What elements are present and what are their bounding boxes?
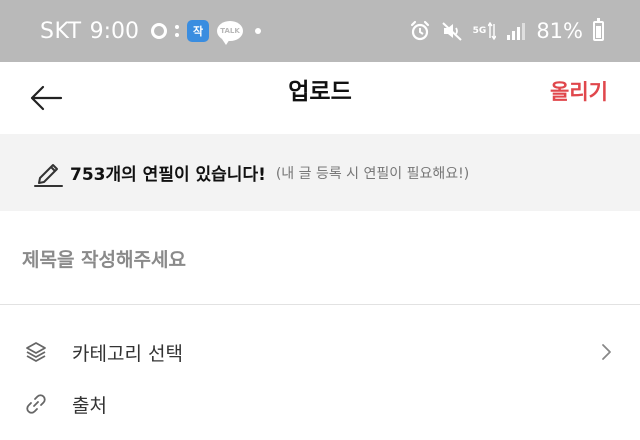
pencil-icon: [34, 163, 63, 187]
battery-percent: 81%: [536, 19, 583, 43]
source-label: 출처: [72, 394, 107, 417]
divider: [0, 304, 640, 305]
source-row[interactable]: 출처: [0, 380, 640, 428]
chevron-right-icon: [602, 344, 611, 360]
category-select-label: 카테고리 선택: [72, 342, 183, 365]
status-bar-left: SKT 9:00 작 TALK: [40, 14, 262, 48]
layers-icon: [26, 342, 46, 362]
app-bar: 업로드 올리기: [0, 62, 640, 134]
alarm-icon: [410, 20, 429, 41]
carrier-label: SKT: [40, 18, 82, 44]
pencil-count-text: 753개의 연필이 있습니다!: [70, 165, 266, 185]
status-bar-right: 5G 81%: [409, 14, 604, 48]
5g-data-icon: 5G: [473, 22, 497, 40]
battery-icon: [593, 18, 604, 41]
notification-circle-icon: [151, 23, 168, 39]
notification-dots-icon: [175, 25, 180, 37]
page-title: 업로드: [288, 79, 352, 105]
clock: 9:00: [89, 18, 140, 44]
category-select-row[interactable]: 카테고리 선택: [0, 328, 640, 376]
upload-button[interactable]: 올리기: [550, 74, 608, 110]
more-notifications-icon: [255, 28, 262, 34]
status-bar: SKT 9:00 작 TALK 5G 81%: [0, 0, 640, 62]
pencil-requirement-text: (내 글 등록 시 연필이 필요해요!): [275, 165, 470, 182]
pencil-notice-banner: 753개의 연필이 있습니다! (내 글 등록 시 연필이 필요해요!): [0, 134, 640, 211]
link-icon: [26, 394, 46, 414]
mute-icon: [441, 22, 462, 41]
signal-icon: [507, 23, 526, 40]
kakaotalk-icon: TALK: [217, 21, 244, 45]
title-input[interactable]: [22, 238, 618, 282]
app-notification-icon: 작: [187, 20, 210, 42]
